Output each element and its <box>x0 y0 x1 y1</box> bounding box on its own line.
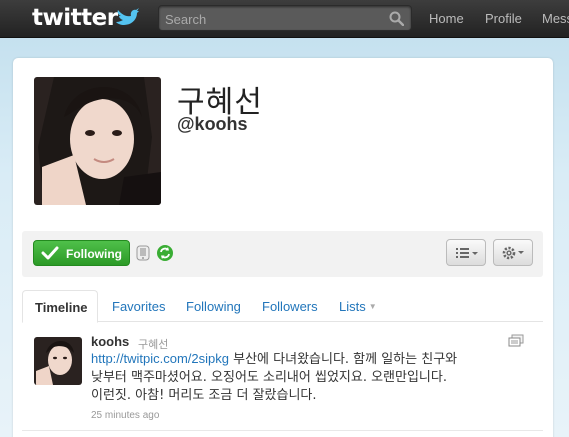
tab-timeline[interactable]: Timeline <box>22 290 98 323</box>
profile-avatar[interactable] <box>34 77 161 205</box>
search-icon[interactable] <box>389 11 404 26</box>
twitter-bird-icon[interactable] <box>116 6 140 26</box>
tab-lists[interactable]: Lists ▼ <box>339 299 377 314</box>
profile-handle: @koohs <box>177 114 248 134</box>
divider <box>22 430 543 431</box>
tab-timeline-label: Timeline <box>35 300 88 315</box>
tweet-link[interactable]: http://twitpic.com/2sipkg <box>91 351 229 366</box>
tweet-text: http://twitpic.com/2sipkg 부산에 다녀왔습니다. 함께… <box>91 350 551 405</box>
tweet-timestamp[interactable]: 25 minutes ago <box>91 410 159 421</box>
following-button[interactable]: Following <box>33 240 130 266</box>
tab-lists-label: Lists <box>339 299 366 314</box>
twitter-logo[interactable]: twitter <box>32 5 118 31</box>
tab-following[interactable]: Following <box>186 299 241 314</box>
tab-favorites[interactable]: Favorites <box>112 299 165 314</box>
mobile-device-icon[interactable] <box>136 245 150 261</box>
list-icon <box>456 248 478 258</box>
user-actions-button[interactable] <box>493 239 533 266</box>
following-button-label: Following <box>66 247 122 261</box>
gear-icon <box>502 246 524 260</box>
nav-messages[interactable]: Mess <box>542 11 569 26</box>
profile-card: 구혜선 @koohs Following Timeline Favorites … <box>13 58 553 437</box>
search-input[interactable] <box>165 10 385 28</box>
profile-action-bar: Following <box>22 231 543 277</box>
check-icon <box>41 246 59 260</box>
top-bar: twitter Home Profile Mess <box>0 0 569 38</box>
list-menu-button[interactable] <box>446 239 486 266</box>
retweet-icon[interactable] <box>156 244 174 262</box>
media-icon[interactable] <box>508 334 524 348</box>
tab-followers[interactable]: Followers <box>262 299 318 314</box>
tweet-text-line: 이런짓. 아참! 머리도 조금 더 잘랐습니다. <box>91 388 317 403</box>
nav-home[interactable]: Home <box>429 11 464 26</box>
tweet-screen-name[interactable]: koohs <box>91 334 129 349</box>
search-box[interactable] <box>158 5 412 31</box>
tweet-avatar[interactable] <box>34 337 82 385</box>
chevron-down-icon: ▼ <box>368 302 377 311</box>
tweet-text-line: http://twitpic.com/2sipkg 부산에 다녀왔습니다. 함께… <box>91 351 458 367</box>
profile-tabs: Timeline Favorites Following Followers L… <box>22 290 543 323</box>
tweet-text-line: 낮부터 맥주마셨어요. 오징어도 소리내어 씹었지요. 오랜만입니다. <box>91 370 447 385</box>
nav-profile[interactable]: Profile <box>485 11 522 26</box>
